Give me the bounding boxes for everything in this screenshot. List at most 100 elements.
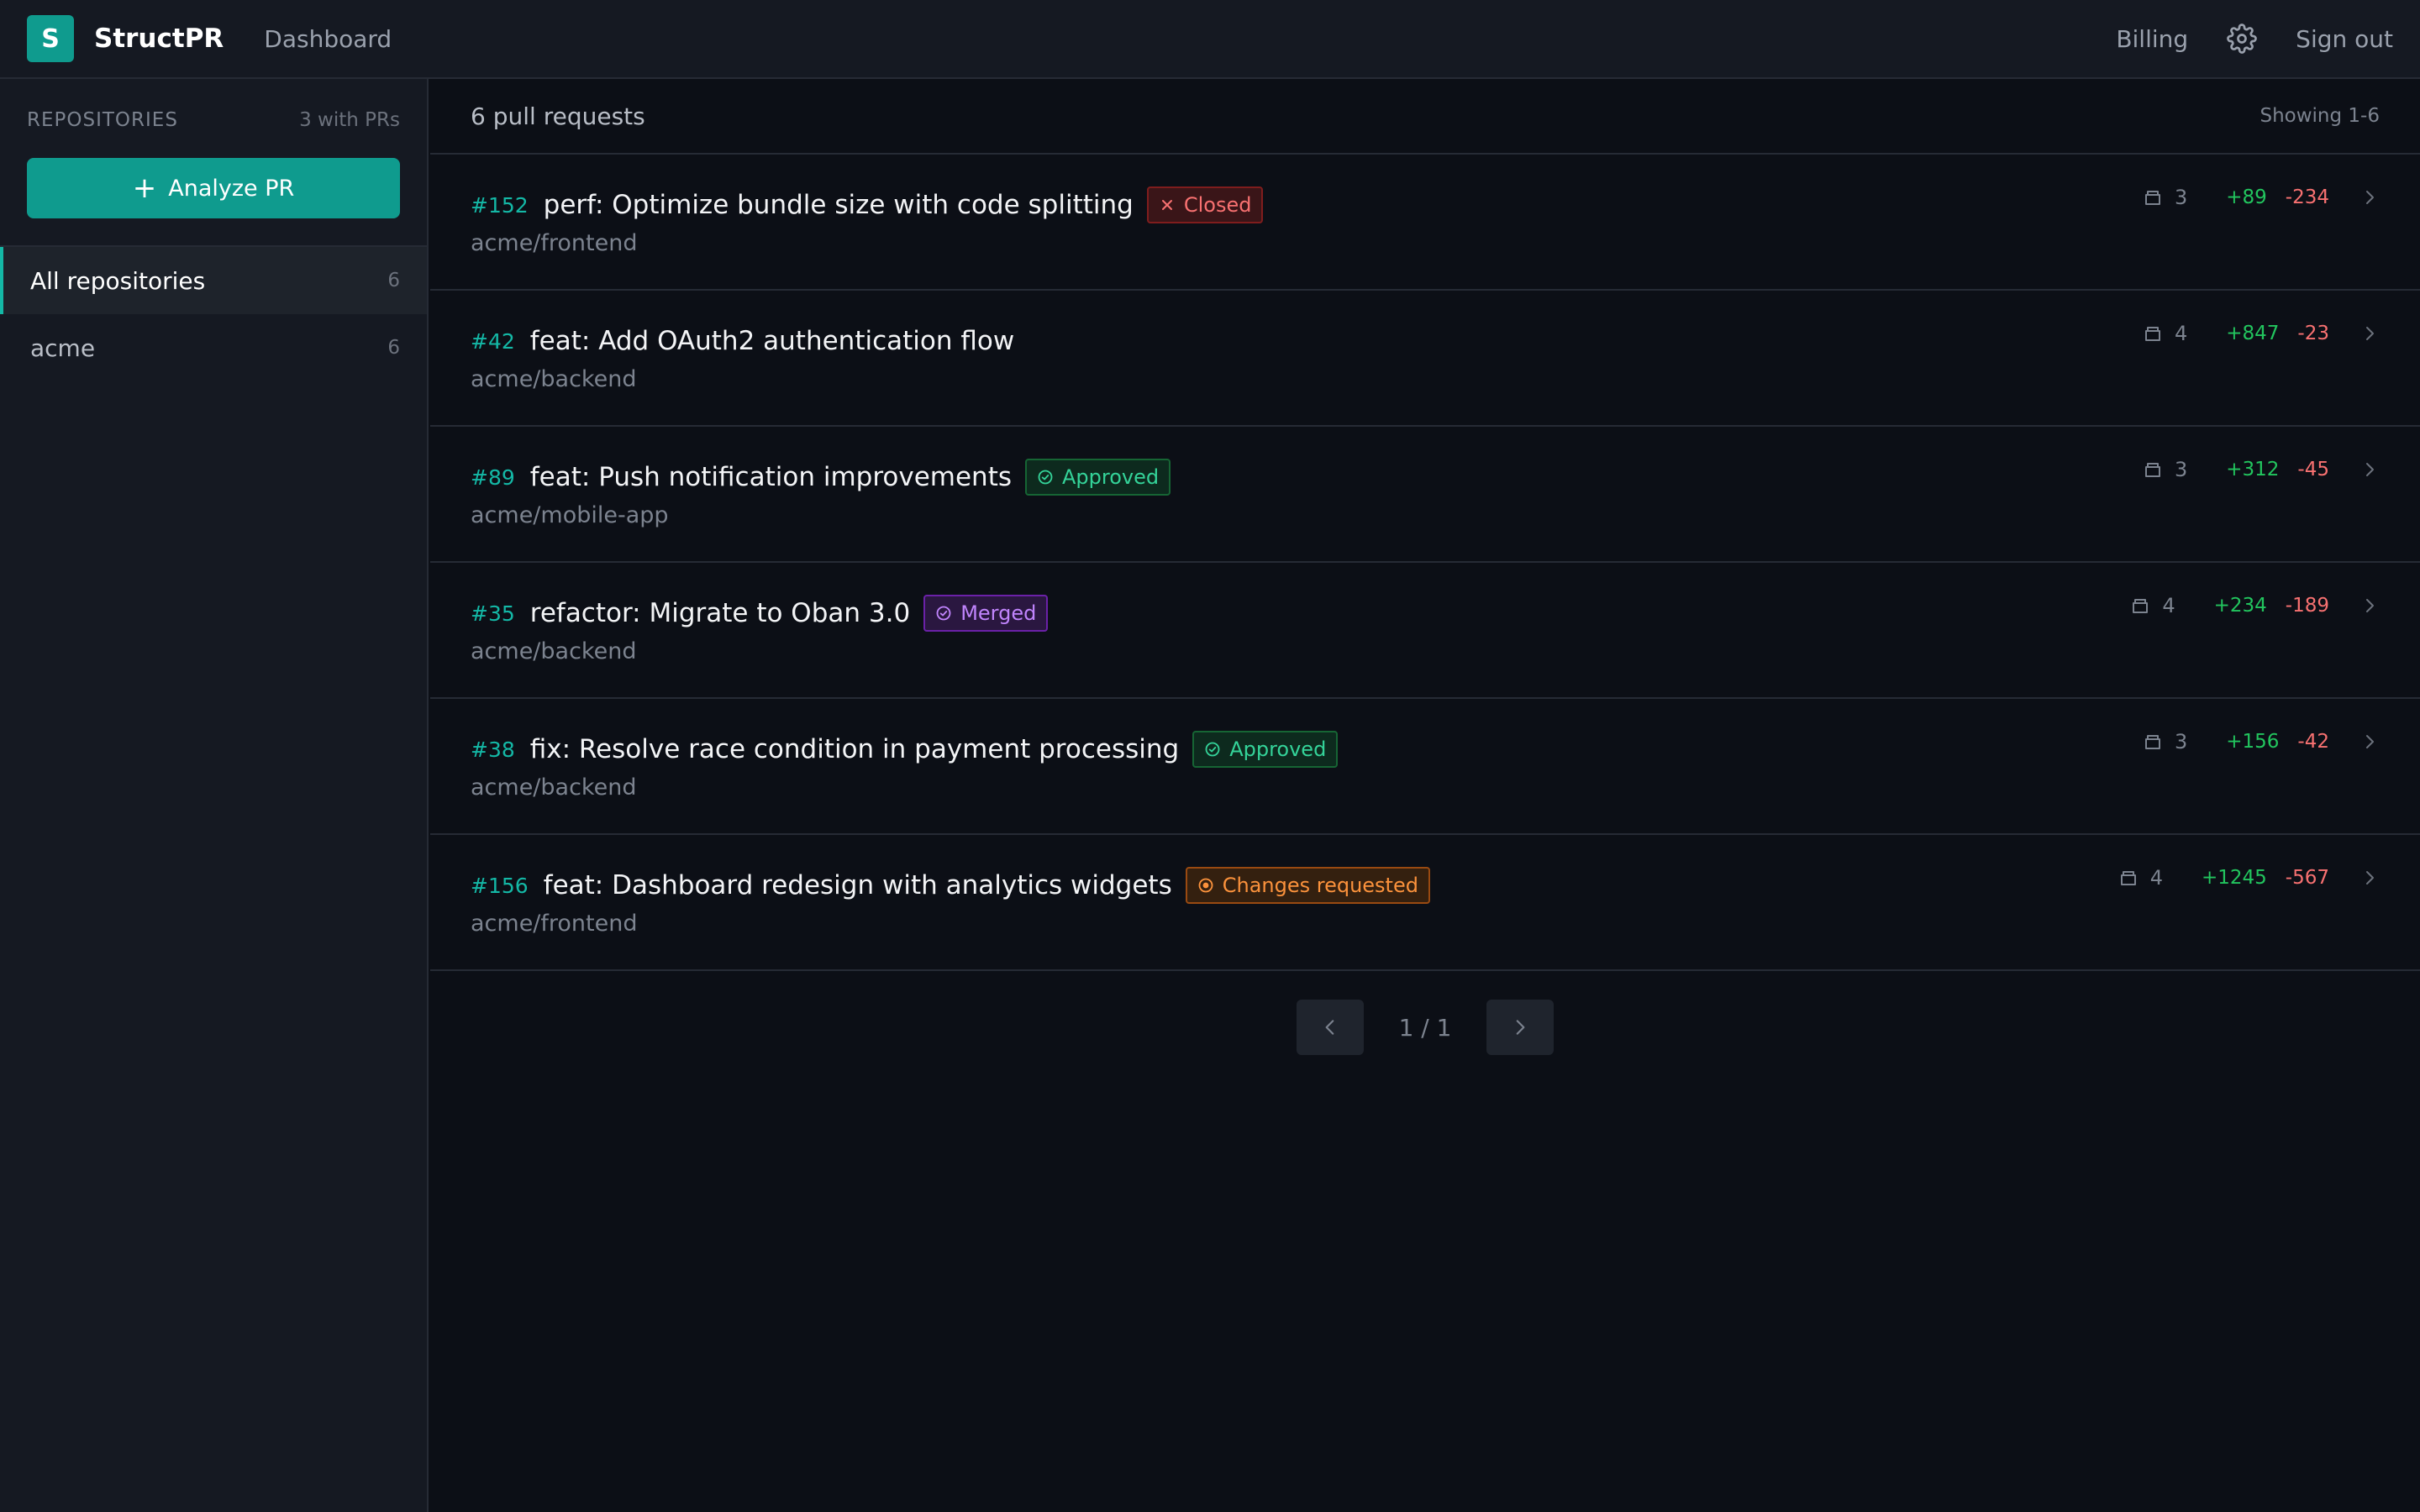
status-badge: Merged [923,595,1049,632]
pr-number[interactable]: #38 [471,738,515,762]
page-indicator: 1 / 1 [1398,1013,1452,1042]
next-page-button[interactable] [1486,1000,1555,1055]
top-right-actions: Billing Sign out [2116,24,2393,54]
sidebar-item-label: All repositories [30,266,206,295]
status-badge: Closed [1146,186,1264,223]
pr-repo: acme/mobile-app [471,502,669,528]
check-circle-icon [1037,469,1054,486]
pr-repo: acme/frontend [471,230,638,256]
repositories-header: REPOSITORIES 3 with PRs [0,108,427,133]
files-count: 4 [2149,866,2163,890]
pr-stats: 3 +156 -42 [2143,727,2380,756]
top-bar: S StructPR Dashboard Billing Sign out [0,0,2420,79]
plus-icon: + [132,171,157,205]
additions-count: +234 [2213,595,2267,617]
analyze-pr-label: Analyze PR [168,175,295,202]
chevron-right-icon[interactable] [2360,187,2380,207]
check-circle-icon [935,605,952,622]
x-icon [1159,197,1176,213]
pr-row[interactable]: #42 feat: Add OAuth2 authentication flow a… [430,291,2420,427]
files-count: 3 [2174,730,2188,753]
pr-title-line: #35 refactor: Migrate to Oban 3.0 Merged [471,593,2380,633]
files-count: 3 [2174,186,2188,209]
pr-row[interactable]: #152 perf: Optimize bundle size with code… [430,155,2420,291]
pr-title[interactable]: feat: Dashboard redesign with analytics … [544,870,1172,900]
additions-count: +312 [2226,459,2280,480]
status-badge: Approved [1192,731,1339,768]
sidebar-item-count: 6 [387,337,400,359]
nav-billing-link[interactable]: Billing [2116,25,2188,53]
chevron-right-icon[interactable] [2360,323,2380,344]
pr-number[interactable]: #89 [471,465,515,490]
pr-title-line: #152 perf: Optimize bundle size with code… [471,185,2380,225]
pr-row[interactable]: #38 fix: Resolve race condition in paymen… [430,699,2420,835]
status-label: Changes requested [1222,874,1418,897]
files-icon [2143,459,2163,480]
deletions-count: -189 [2285,595,2329,617]
pr-title-line: #89 feat: Push notification improvements A… [471,457,2380,497]
pr-title[interactable]: feat: Push notification improvements [530,462,1012,492]
status-badge: Changes requested [1185,867,1430,904]
chevron-right-icon[interactable] [2360,459,2380,480]
nav-dashboard-link[interactable]: Dashboard [264,25,392,53]
pr-number[interactable]: #152 [471,193,529,218]
repositories-title: REPOSITORIES [27,109,178,131]
sidebar-item-all-repositories[interactable]: All repositories 6 [0,247,427,314]
repositories-count: 3 with PRs [299,109,400,131]
additions-count: +1245 [2201,867,2267,889]
pr-title[interactable]: perf: Optimize bundle size with code spl… [544,190,1134,220]
pr-title[interactable]: refactor: Migrate to Oban 3.0 [530,598,910,628]
showing-range-label: Showing 1-6 [2260,105,2380,127]
files-icon [2143,732,2163,752]
dot-circle-icon [1197,877,1214,894]
brand-name[interactable]: StructPR [94,24,224,54]
sidebar: REPOSITORIES 3 with PRs + Analyze PR All… [0,79,429,1512]
deletions-count: -42 [2297,731,2329,753]
deletions-count: -567 [2285,867,2329,889]
status-label: Merged [960,601,1037,625]
pr-title-line: #42 feat: Add OAuth2 authentication flow [471,321,2380,361]
pr-stats: 3 +89 -234 [2143,183,2380,212]
pr-title[interactable]: fix: Resolve race condition in payment p… [530,734,1179,764]
sidebar-item-label: acme [30,333,96,362]
pr-row[interactable]: #35 refactor: Migrate to Oban 3.0 Merged ac… [430,563,2420,699]
files-icon [2130,596,2150,616]
pr-row[interactable]: #89 feat: Push notification improvements A… [430,427,2420,563]
chevron-right-icon[interactable] [2360,732,2380,752]
pr-title-line: #38 fix: Resolve race condition in paymen… [471,729,2380,769]
previous-page-button[interactable] [1296,1000,1364,1055]
status-badge: Approved [1025,459,1171,496]
analyze-pr-button[interactable]: + Analyze PR [27,158,400,218]
additions-count: +89 [2226,186,2267,208]
gear-icon[interactable] [2227,24,2257,54]
pr-stats: 3 +312 -45 [2143,455,2380,484]
deletions-count: -45 [2297,459,2329,480]
pr-row[interactable]: #156 feat: Dashboard redesign with analyt… [430,835,2420,971]
pr-number[interactable]: #42 [471,329,515,354]
sign-out-link[interactable]: Sign out [2296,25,2393,53]
files-count: 4 [2162,594,2175,617]
pr-title[interactable]: feat: Add OAuth2 authentication flow [530,326,1014,356]
chevron-right-icon [1517,1020,1525,1035]
pr-repo: acme/backend [471,366,637,392]
chevron-right-icon[interactable] [2360,868,2380,888]
chevron-left-icon [1325,1020,1334,1035]
pr-title-line: #156 feat: Dashboard redesign with analyt… [471,865,2380,906]
files-count: 3 [2174,458,2188,481]
sidebar-item-acme[interactable]: acme 6 [0,314,427,381]
deletions-count: -234 [2285,186,2329,208]
files-icon [2143,187,2163,207]
additions-count: +847 [2226,323,2280,344]
pr-stats: 4 +1245 -567 [2118,864,2380,892]
deletions-count: -23 [2297,323,2329,344]
chevron-right-icon[interactable] [2360,596,2380,616]
additions-count: +156 [2226,731,2280,753]
pr-count-label: 6 pull requests [471,102,645,130]
pr-repo: acme/frontend [471,911,638,937]
pr-number[interactable]: #35 [471,601,515,626]
pr-number[interactable]: #156 [471,874,529,898]
app-logo[interactable]: S [27,15,74,62]
files-count: 4 [2174,322,2188,345]
pr-repo: acme/backend [471,638,637,664]
sidebar-item-count: 6 [387,270,400,291]
